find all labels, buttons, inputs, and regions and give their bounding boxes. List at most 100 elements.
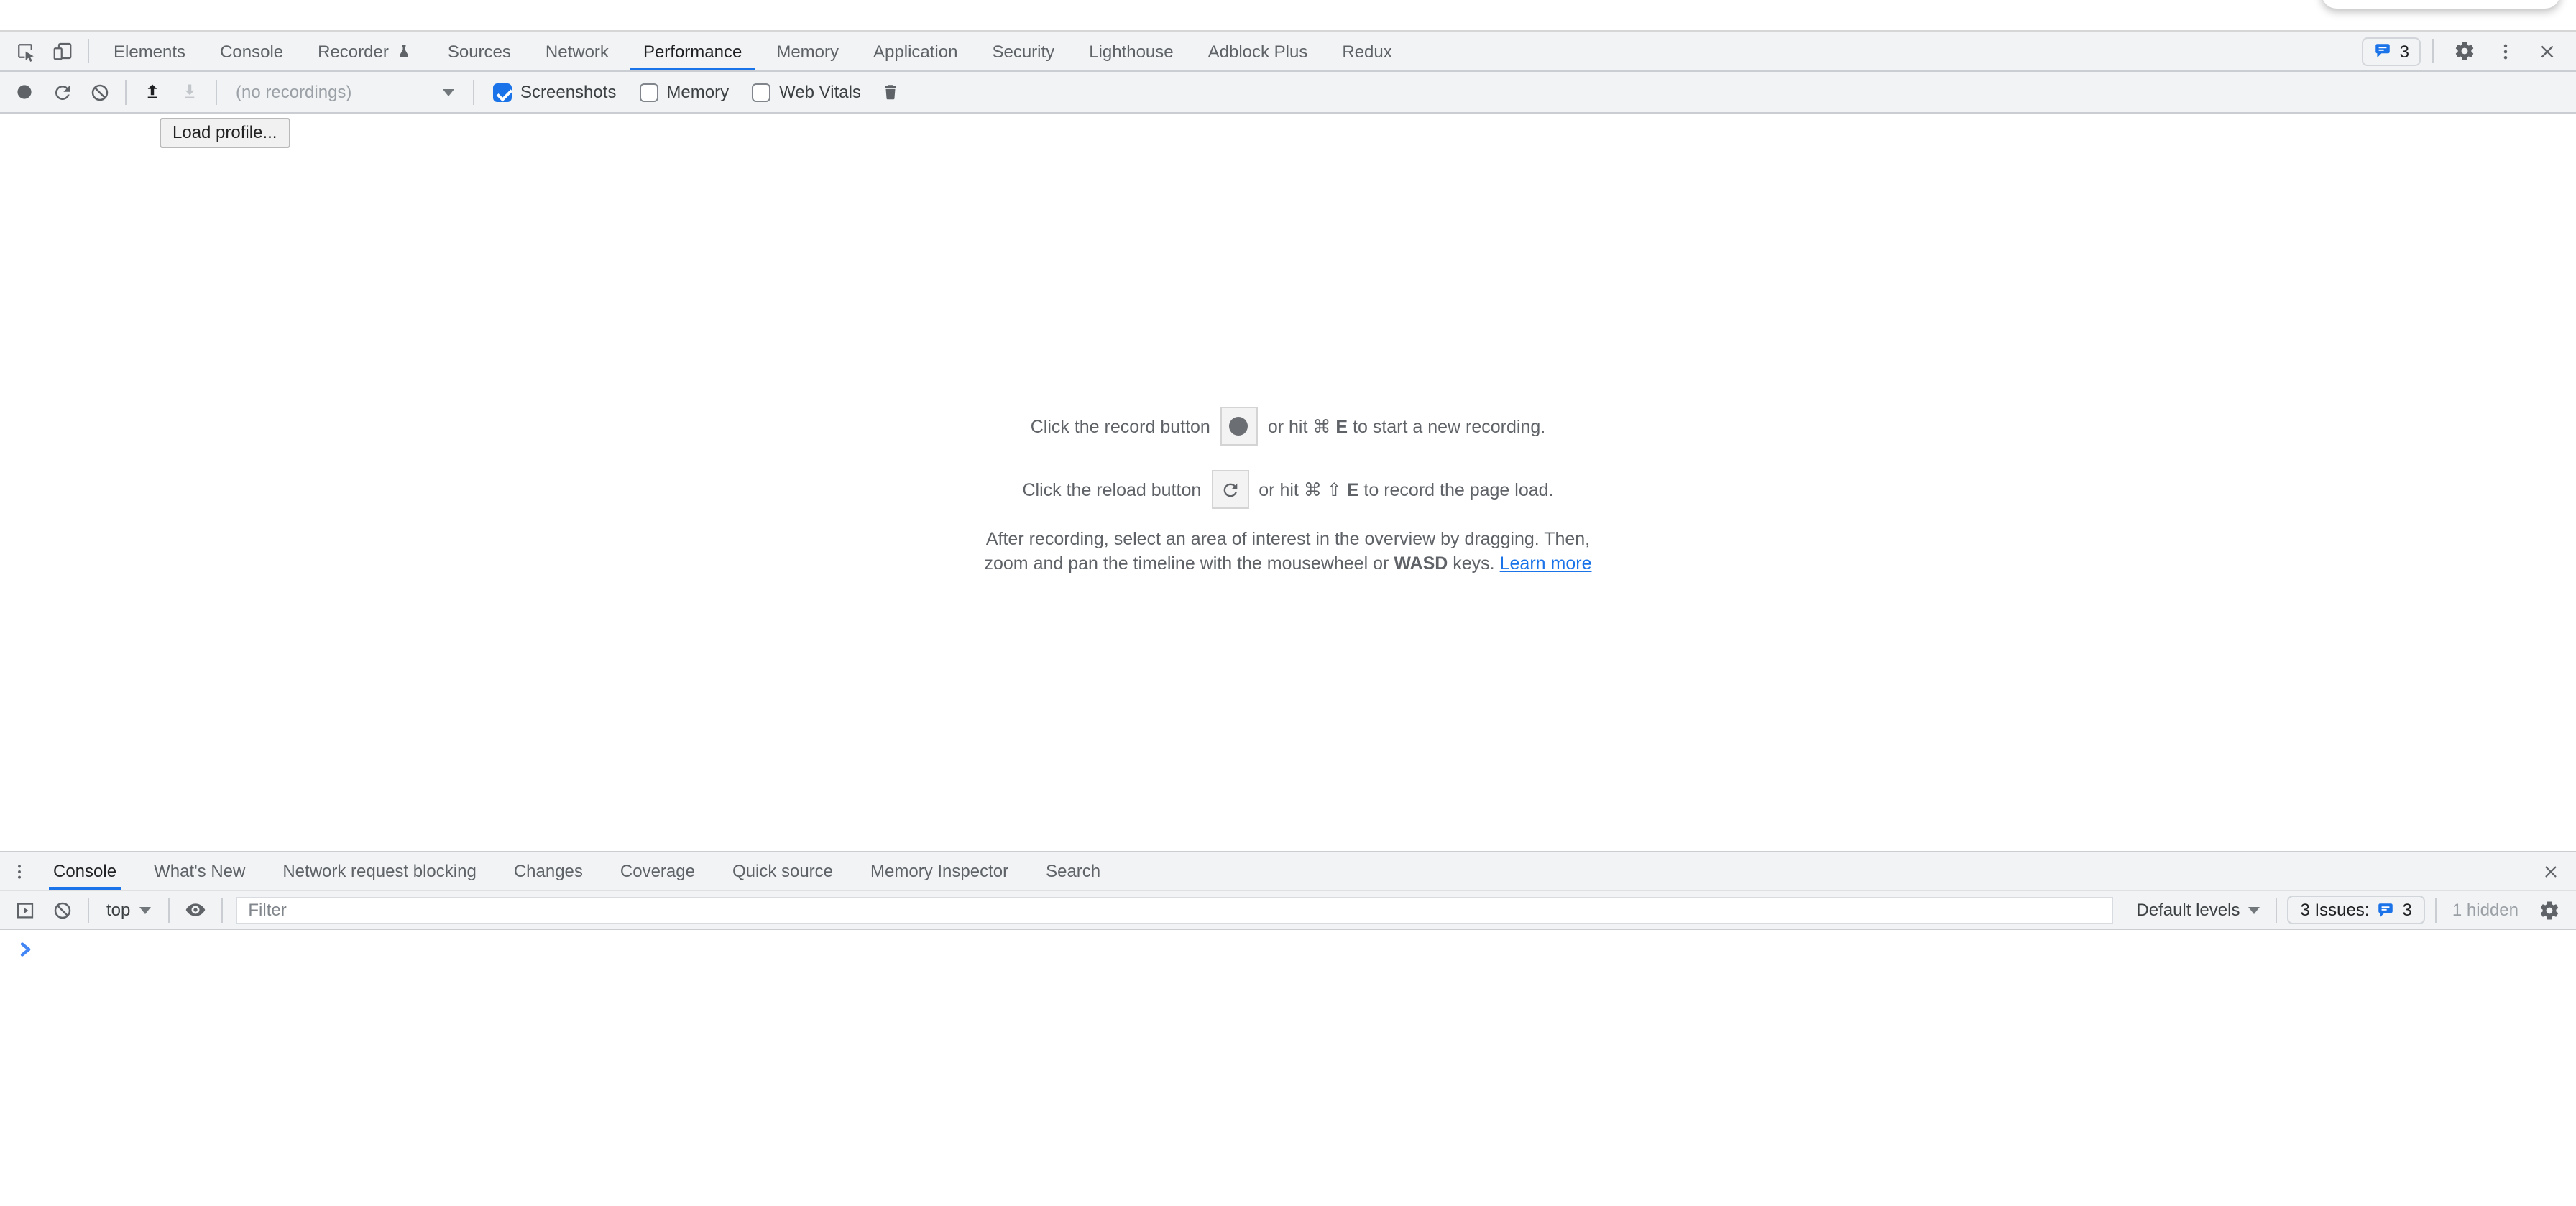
issues-count: 3 (2400, 41, 2409, 61)
issues-icon (2374, 42, 2393, 60)
checkbox-unchecked-icon (752, 83, 770, 101)
console-toolbar-right: Default levels 3 Issues: 3 1 hidden (2128, 893, 2567, 927)
drawer-tab-changes[interactable]: Changes (495, 852, 602, 890)
drawer-tab-whats-new[interactable]: What's New (135, 852, 264, 890)
tab-lighthouse[interactable]: Lighthouse (1072, 32, 1190, 70)
reload-icon (51, 81, 73, 103)
save-profile-button[interactable] (171, 75, 208, 109)
hidden-messages-count: 1 hidden (2452, 900, 2518, 920)
log-levels-dropdown[interactable]: Default levels (2128, 900, 2268, 920)
console-filter-input[interactable] (235, 896, 2113, 924)
checkbox-unchecked-icon (639, 83, 658, 101)
more-options-button[interactable] (2487, 34, 2524, 68)
tab-recorder[interactable]: Recorder (300, 32, 431, 70)
tab-adblock-plus[interactable]: Adblock Plus (1191, 32, 1325, 70)
issues-icon (2377, 901, 2396, 919)
record-button[interactable] (6, 75, 43, 109)
drawer-tab-search[interactable]: Search (1027, 852, 1119, 890)
web-vitals-checkbox[interactable]: Web Vitals (752, 82, 861, 102)
tab-network[interactable]: Network (528, 32, 626, 70)
reload-button-illustration[interactable] (1211, 470, 1248, 509)
divider (2276, 898, 2277, 922)
console-prompt-chevron-icon (19, 941, 33, 957)
clear-ban-icon (88, 81, 110, 103)
inspect-element-button[interactable] (6, 34, 43, 68)
divider (2432, 39, 2434, 63)
javascript-context-dropdown[interactable]: top (96, 900, 160, 920)
save-profile-download-icon (180, 82, 200, 102)
record-icon (13, 80, 36, 103)
divider (125, 80, 126, 104)
experiment-flask-icon (396, 42, 413, 60)
memory-checkbox[interactable]: Memory (639, 82, 729, 102)
devtools-main-tabbar: Elements Console Recorder Sources Networ… (0, 30, 2576, 72)
drawer-tab-network-request-blocking[interactable]: Network request blocking (264, 852, 494, 890)
drawer-tab-coverage[interactable]: Coverage (602, 852, 714, 890)
console-sidebar-toggle-button[interactable] (6, 893, 43, 927)
divider (88, 39, 89, 63)
more-options-dots-icon (2496, 41, 2516, 61)
tab-elements[interactable]: Elements (96, 32, 203, 70)
close-devtools-button[interactable] (2529, 34, 2566, 68)
divider (473, 80, 474, 104)
close-icon (2541, 862, 2559, 880)
drawer-tab-console[interactable]: Console (34, 852, 135, 890)
inspect-icon (14, 40, 35, 62)
device-toolbar-icon (51, 40, 73, 62)
usage-hint: After recording, select an area of inter… (0, 528, 2576, 576)
issues-counter-button[interactable]: 3 Issues: 3 (2287, 896, 2424, 924)
devtools-window: Elements Console Recorder Sources Networ… (0, 0, 2576, 1206)
command-key-symbol: ⌘ (1312, 417, 1330, 437)
tab-security[interactable]: Security (975, 32, 1072, 70)
console-prompt[interactable] (0, 930, 2576, 967)
drawer-close-button[interactable] (2531, 854, 2569, 888)
settings-button[interactable] (2445, 34, 2483, 68)
record-button-illustration[interactable] (1220, 407, 1258, 446)
console-sidebar-icon (14, 899, 35, 921)
load-profile-upload-icon (142, 82, 162, 102)
tab-memory[interactable]: Memory (759, 32, 856, 70)
clear-button[interactable] (80, 75, 118, 109)
reload-and-record-button[interactable] (43, 75, 80, 109)
load-profile-button[interactable] (134, 75, 171, 109)
issues-badge[interactable]: 3 (2363, 37, 2421, 65)
browser-popup (2322, 0, 2560, 9)
dropdown-caret-icon (2248, 906, 2260, 913)
recordings-dropdown-value: (no recordings) (236, 82, 351, 102)
tab-application[interactable]: Application (856, 32, 975, 70)
live-expression-eye-icon (183, 898, 206, 921)
tab-redux[interactable]: Redux (1325, 32, 1409, 70)
browser-chrome-strip (0, 0, 2576, 30)
drawer-more-tools-button[interactable] (3, 854, 34, 888)
divider (167, 898, 169, 922)
device-toolbar-button[interactable] (43, 34, 80, 68)
more-tools-dots-icon (9, 862, 28, 880)
command-key-symbol: ⌘ (1304, 480, 1322, 500)
divider (216, 80, 217, 104)
main-tabs: Elements Console Recorder Sources Networ… (96, 32, 1409, 70)
settings-gear-icon (2538, 899, 2559, 921)
shift-key-symbol: ⇧ (1327, 480, 1342, 500)
divider (88, 898, 89, 922)
trash-icon (882, 82, 901, 102)
tab-console[interactable]: Console (203, 32, 300, 70)
tab-performance[interactable]: Performance (626, 32, 759, 70)
divider (2435, 898, 2437, 922)
reload-icon (1220, 479, 1240, 500)
dropdown-caret-icon (139, 906, 150, 913)
divider (221, 898, 222, 922)
tab-sources[interactable]: Sources (431, 32, 528, 70)
clear-console-button[interactable] (43, 893, 80, 927)
console-settings-button[interactable] (2530, 893, 2567, 927)
collect-garbage-button[interactable] (873, 75, 910, 109)
clear-ban-icon (51, 899, 73, 921)
recordings-dropdown[interactable]: (no recordings) (224, 75, 466, 109)
record-icon (1230, 417, 1248, 436)
drawer-tab-memory-inspector[interactable]: Memory Inspector (852, 852, 1027, 890)
drawer-tab-quick-source[interactable]: Quick source (714, 852, 852, 890)
learn-more-link[interactable]: Learn more (1500, 553, 1592, 574)
close-icon (2537, 41, 2557, 61)
create-live-expression-button[interactable] (176, 893, 213, 927)
reload-instruction-row: Click the reload button or hit ⌘ ⇧ E to … (0, 470, 2576, 509)
screenshots-checkbox[interactable]: Screenshots (493, 82, 616, 102)
